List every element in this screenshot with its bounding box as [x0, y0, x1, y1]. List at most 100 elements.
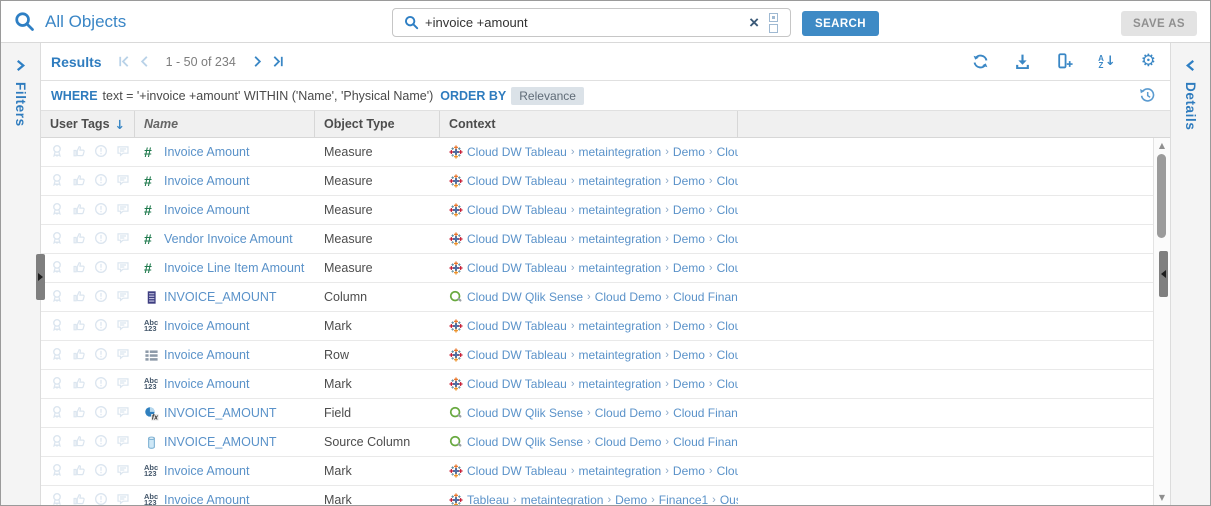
filters-panel-label[interactable]: Filters — [13, 82, 28, 127]
endorsement-icon[interactable] — [72, 260, 86, 277]
warning-icon[interactable] — [94, 376, 108, 393]
details-panel-collapsed[interactable]: Details — [1170, 43, 1210, 505]
column-header-name[interactable]: Name — [135, 111, 315, 137]
endorsement-icon[interactable] — [72, 347, 86, 364]
comment-icon[interactable] — [116, 289, 130, 306]
endorsement-icon[interactable] — [72, 289, 86, 306]
context-breadcrumb-link[interactable]: Demo — [615, 493, 647, 506]
context-breadcrumb-link[interactable]: Cloud-Fi — [717, 319, 738, 333]
context-breadcrumb-link[interactable]: metaintegration — [579, 319, 662, 333]
context-breadcrumb-link[interactable]: Cloud DW Qlik Sense — [467, 435, 583, 449]
column-header-object-type[interactable]: Object Type — [315, 111, 440, 137]
settings-icon[interactable]: ⚙ — [1141, 53, 1156, 70]
endorsement-icon[interactable] — [72, 492, 86, 506]
context-breadcrumb-link[interactable]: Cloud Demo — [595, 406, 662, 420]
next-page-icon[interactable] — [250, 54, 265, 69]
comment-icon[interactable] — [116, 144, 130, 161]
object-name-link[interactable]: Invoice Amount — [164, 174, 249, 188]
object-name-link[interactable]: Vendor Invoice Amount — [164, 232, 293, 246]
endorsement-icon[interactable] — [72, 231, 86, 248]
object-name-link[interactable]: Invoice Line Item Amount — [164, 261, 304, 275]
comment-icon[interactable] — [116, 202, 130, 219]
filters-expand-handle[interactable] — [36, 254, 45, 300]
endorsement-icon[interactable] — [72, 144, 86, 161]
context-breadcrumb-link[interactable]: metaintegration — [579, 203, 662, 217]
details-panel-label[interactable]: Details — [1183, 82, 1198, 130]
context-breadcrumb-link[interactable]: metaintegration — [579, 145, 662, 159]
context-breadcrumb-link[interactable]: metaintegration — [579, 261, 662, 275]
table-row[interactable]: INVOICE_AMOUNTSource ColumnCloud DW Qlik… — [41, 428, 1153, 457]
context-breadcrumb-link[interactable]: Demo — [673, 464, 705, 478]
expand-filters-chevron-icon[interactable] — [14, 59, 27, 72]
comment-icon[interactable] — [116, 463, 130, 480]
comment-icon[interactable] — [116, 347, 130, 364]
certification-icon[interactable] — [50, 492, 64, 506]
context-breadcrumb-link[interactable]: Demo — [673, 203, 705, 217]
context-breadcrumb-link[interactable]: Cloud-Fi — [717, 261, 738, 275]
table-row[interactable]: #Invoice Line Item AmountMeasureCloud DW… — [41, 254, 1153, 283]
endorsement-icon[interactable] — [72, 202, 86, 219]
warning-icon[interactable] — [94, 173, 108, 190]
certification-icon[interactable] — [50, 434, 64, 451]
warning-icon[interactable] — [94, 434, 108, 451]
object-name-link[interactable]: INVOICE_AMOUNT — [164, 435, 277, 449]
save-as-button[interactable]: SAVE AS — [1121, 11, 1197, 36]
context-breadcrumb-link[interactable]: Cloud DW Qlik Sense — [467, 406, 583, 420]
warning-icon[interactable] — [94, 347, 108, 364]
warning-icon[interactable] — [94, 463, 108, 480]
warning-icon[interactable] — [94, 318, 108, 335]
context-breadcrumb-link[interactable]: Demo — [673, 145, 705, 159]
object-name-link[interactable]: Invoice Amount — [164, 493, 249, 506]
context-breadcrumb-link[interactable]: Cloud DW Tableau — [467, 261, 567, 275]
sort-icon[interactable]: AZ↓ — [1098, 54, 1116, 69]
table-row[interactable]: #Invoice AmountMeasureCloud DW Tableau›m… — [41, 138, 1153, 167]
context-breadcrumb-link[interactable]: Demo — [673, 319, 705, 333]
context-breadcrumb-link[interactable]: Cloud DW Tableau — [467, 319, 567, 333]
context-breadcrumb-link[interactable]: Oustan — [720, 493, 738, 506]
context-breadcrumb-link[interactable]: Tableau — [467, 493, 509, 506]
certification-icon[interactable] — [50, 260, 64, 277]
context-breadcrumb-link[interactable]: Cloud-Fi — [717, 348, 738, 362]
object-name-link[interactable]: Invoice Amount — [164, 377, 249, 391]
order-by-value-chip[interactable]: Relevance — [511, 87, 584, 105]
first-page-icon[interactable] — [116, 54, 131, 69]
add-column-icon[interactable] — [1056, 53, 1073, 70]
column-header-user-tags[interactable]: User Tags↓ — [41, 111, 135, 137]
warning-icon[interactable] — [94, 260, 108, 277]
context-breadcrumb-link[interactable]: Finance1 — [659, 493, 708, 506]
context-breadcrumb-link[interactable]: Demo — [673, 232, 705, 246]
endorsement-icon[interactable] — [72, 318, 86, 335]
certification-icon[interactable] — [50, 144, 64, 161]
certification-icon[interactable] — [50, 376, 64, 393]
context-breadcrumb-link[interactable]: Cloud DW Qlik Sense — [467, 290, 583, 304]
context-breadcrumb-link[interactable]: Cloud Finance1 — [673, 406, 738, 420]
context-breadcrumb-link[interactable]: Cloud Demo — [595, 290, 662, 304]
context-breadcrumb-link[interactable]: metaintegration — [521, 493, 604, 506]
search-syntax-icon[interactable] — [769, 13, 778, 33]
search-input[interactable] — [425, 15, 743, 30]
object-name-link[interactable]: Invoice Amount — [164, 348, 249, 362]
table-row[interactable]: Invoice AmountRowCloud DW Tableau›metain… — [41, 341, 1153, 370]
object-name-link[interactable]: Invoice Amount — [164, 464, 249, 478]
context-breadcrumb-link[interactable]: Cloud Finance3 — [673, 435, 738, 449]
endorsement-icon[interactable] — [72, 173, 86, 190]
comment-icon[interactable] — [116, 173, 130, 190]
certification-icon[interactable] — [50, 289, 64, 306]
certification-icon[interactable] — [50, 318, 64, 335]
warning-icon[interactable] — [94, 202, 108, 219]
context-breadcrumb-link[interactable]: Cloud DW Tableau — [467, 377, 567, 391]
comment-icon[interactable] — [116, 376, 130, 393]
certification-icon[interactable] — [50, 202, 64, 219]
certification-icon[interactable] — [50, 173, 64, 190]
context-breadcrumb-link[interactable]: Cloud DW Tableau — [467, 145, 567, 159]
clear-search-icon[interactable]: × — [743, 14, 765, 31]
certification-icon[interactable] — [50, 463, 64, 480]
endorsement-icon[interactable] — [72, 405, 86, 422]
context-breadcrumb-link[interactable]: Demo — [673, 377, 705, 391]
warning-icon[interactable] — [94, 405, 108, 422]
context-breadcrumb-link[interactable]: Demo — [673, 261, 705, 275]
object-name-link[interactable]: Invoice Amount — [164, 319, 249, 333]
table-row[interactable]: Abc123Invoice AmountMarkTableau›metainte… — [41, 486, 1153, 506]
export-icon[interactable] — [1014, 53, 1031, 70]
scrollbar-thumb[interactable] — [1157, 154, 1166, 238]
